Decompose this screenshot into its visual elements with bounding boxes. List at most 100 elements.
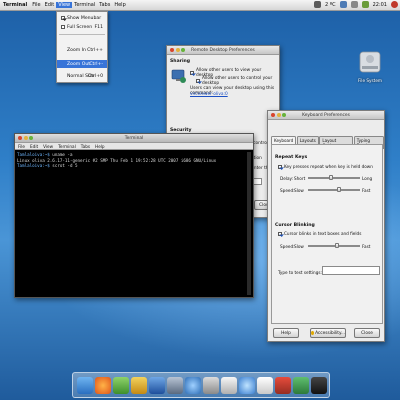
pen-icon[interactable] bbox=[293, 377, 309, 394]
menu-item-label: Zoom In bbox=[67, 47, 86, 53]
hard-drive-icon[interactable] bbox=[358, 48, 382, 76]
terminal-prompt: Tamlaloiva:~$ bbox=[17, 152, 50, 157]
app-title: Terminal bbox=[3, 2, 28, 8]
repeat-speed-slider-thumb[interactable] bbox=[337, 187, 342, 193]
chat-icon[interactable] bbox=[113, 377, 129, 394]
repeat-checkbox[interactable] bbox=[278, 164, 282, 169]
minimize-icon[interactable] bbox=[175, 48, 180, 52]
network-icon[interactable] bbox=[339, 1, 347, 8]
wifi-icon[interactable] bbox=[350, 1, 358, 8]
maximize-icon[interactable] bbox=[181, 48, 185, 52]
allow-control-checkbox[interactable] bbox=[196, 79, 200, 83]
settings-icon[interactable] bbox=[203, 377, 219, 394]
volume-icon[interactable] bbox=[313, 1, 321, 8]
search-icon[interactable] bbox=[239, 377, 255, 394]
repeat-option[interactable]: Key presses repeat when key is held down bbox=[278, 164, 373, 169]
delay-slider-thumb[interactable] bbox=[329, 175, 334, 181]
remote-desktop-titlebar[interactable]: Remote Desktop Preferences bbox=[167, 46, 279, 55]
delay-long-label: Long bbox=[362, 175, 373, 181]
terminal-window: Terminal File Edit View Terminal Tabs He… bbox=[14, 133, 254, 298]
maximize-icon[interactable] bbox=[29, 136, 33, 140]
keyboard-panel: Repeat Keys Key presses repeat when key … bbox=[271, 144, 383, 324]
allow-control-label: Allow other users to control your deskto… bbox=[202, 76, 273, 86]
power-icon[interactable] bbox=[391, 1, 398, 8]
minimize-icon[interactable] bbox=[23, 136, 28, 140]
repeat-label: Key presses repeat when key is held down bbox=[284, 164, 373, 169]
vnc-command-link[interactable]: vncviewer oliva:0 bbox=[190, 92, 228, 97]
video-icon[interactable] bbox=[275, 377, 291, 394]
menu-item-zoom-in[interactable]: Zoom In Ctrl++ bbox=[57, 46, 107, 54]
menu-separator bbox=[59, 34, 105, 35]
allow-control-option[interactable]: Allow other users to control your deskto… bbox=[196, 76, 276, 86]
menu-item-shortcut: Ctrl++ bbox=[87, 47, 103, 53]
delay-slider[interactable] bbox=[308, 175, 360, 181]
terminal-screen[interactable]: Tamlaloiva:~$ uname -a Linux oliva 2.6.1… bbox=[17, 152, 251, 295]
menu-item-show-menubar[interactable]: Show Menubar bbox=[57, 14, 107, 22]
cursor-speed-label: Speed: bbox=[280, 243, 295, 249]
terminal-menu-file[interactable]: File bbox=[18, 144, 25, 149]
menu-edit[interactable]: Edit bbox=[43, 2, 57, 8]
music-icon[interactable] bbox=[167, 377, 183, 394]
minimize-icon[interactable] bbox=[276, 113, 281, 117]
system-tray: 2 ºC 22:01 bbox=[313, 1, 398, 8]
allow-view-checkbox[interactable] bbox=[190, 71, 194, 75]
menu-tabs[interactable]: Tabs bbox=[97, 2, 112, 8]
cursor-speed-fast-label: Fast bbox=[362, 243, 371, 249]
keyboard-window: Keyboard Preferences Keyboard Layouts La… bbox=[267, 110, 385, 342]
terminal-command: uname -a bbox=[49, 152, 73, 157]
menu-terminal[interactable]: Terminal bbox=[72, 2, 97, 8]
menu-view[interactable]: View bbox=[56, 2, 73, 8]
delay-short-label: Short bbox=[294, 175, 306, 181]
menu-item-full-screen[interactable]: Full Screen F11 bbox=[57, 23, 107, 31]
terminal-scrollbar[interactable] bbox=[247, 152, 251, 295]
clock[interactable]: 22:01 bbox=[373, 2, 387, 8]
mail-icon[interactable] bbox=[131, 377, 147, 394]
accessibility-label: Accessibility... bbox=[315, 330, 345, 336]
cursor-speed-slider[interactable] bbox=[308, 243, 360, 249]
close-icon[interactable] bbox=[170, 48, 174, 52]
test-label: Type to test settings: bbox=[278, 270, 322, 275]
browser-icon[interactable] bbox=[95, 377, 111, 394]
menu-item-normal-size[interactable]: Normal Size Ctrl+0 bbox=[57, 72, 107, 80]
show-menubar-checkbox[interactable] bbox=[61, 16, 65, 20]
cursor-speed-slider-thumb[interactable] bbox=[334, 243, 339, 249]
keyboard-close-button[interactable]: Close bbox=[354, 328, 380, 338]
terminal-menu-tabs[interactable]: Tabs bbox=[81, 144, 90, 149]
keyboard-title: Keyboard Preferences bbox=[302, 112, 350, 118]
cursor-option[interactable]: Cursor blinks in text boxes and fields bbox=[278, 231, 361, 236]
menu-file[interactable]: File bbox=[30, 2, 42, 8]
menu-help[interactable]: Help bbox=[112, 2, 127, 8]
terminal-menu-help[interactable]: Help bbox=[95, 144, 105, 149]
terminal-menu-terminal[interactable]: Terminal bbox=[58, 144, 76, 149]
calendar-icon[interactable] bbox=[257, 377, 273, 394]
terminal-titlebar[interactable]: Terminal bbox=[15, 134, 253, 143]
terminal-menu-view[interactable]: View bbox=[43, 144, 53, 149]
terminal-menu-edit[interactable]: Edit bbox=[30, 144, 38, 149]
globe-icon[interactable] bbox=[185, 377, 201, 394]
battery-icon[interactable] bbox=[361, 1, 369, 8]
view-menu-dropdown: Show Menubar Full Screen F11 Zoom In Ctr… bbox=[56, 11, 108, 83]
maximize-icon[interactable] bbox=[282, 113, 286, 117]
keyboard-titlebar[interactable]: Keyboard Preferences bbox=[268, 111, 384, 120]
menu-item-label: Full Screen bbox=[67, 24, 93, 30]
keyboard-help-button[interactable]: Help bbox=[273, 328, 299, 338]
menu-item-label: Zoom Out bbox=[67, 61, 91, 67]
repeat-speed-row: Speed: Slow Fast bbox=[280, 187, 380, 193]
full-screen-checkbox[interactable] bbox=[61, 25, 65, 29]
editor-icon[interactable] bbox=[149, 377, 165, 394]
repeat-keys-heading: Repeat Keys bbox=[275, 155, 308, 160]
finder-icon[interactable] bbox=[77, 377, 93, 394]
accessibility-button[interactable]: Accessibility... bbox=[310, 328, 346, 338]
close-icon[interactable] bbox=[271, 113, 275, 117]
dock bbox=[72, 372, 330, 398]
repeat-speed-slider[interactable] bbox=[308, 187, 360, 193]
menu-item-zoom-out[interactable]: Zoom Out Ctrl+- bbox=[57, 60, 107, 68]
cursor-checkbox[interactable] bbox=[278, 231, 282, 236]
close-icon[interactable] bbox=[18, 136, 22, 140]
cursor-label: Cursor blinks in text boxes and fields bbox=[284, 231, 362, 236]
photos-icon[interactable] bbox=[221, 377, 237, 394]
test-input[interactable] bbox=[322, 266, 380, 275]
terminal-icon[interactable] bbox=[311, 377, 327, 394]
top-menubar: Terminal File Edit View Terminal Tabs He… bbox=[0, 0, 400, 11]
delay-label: Delay: bbox=[280, 175, 294, 181]
